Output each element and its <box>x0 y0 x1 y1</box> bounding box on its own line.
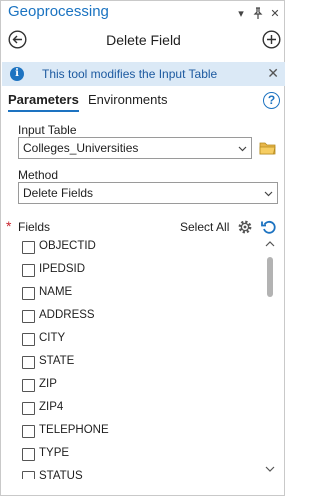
fields-label: Fields <box>18 220 51 234</box>
browse-folder-icon[interactable] <box>259 141 277 155</box>
input-table-label: Input Table <box>18 123 77 137</box>
info-icon: i <box>10 67 24 81</box>
close-icon[interactable]: ✕ <box>268 5 282 21</box>
options-chevron-icon[interactable]: ▾ <box>234 5 248 21</box>
method-value: Delete Fields <box>23 186 94 200</box>
fields-scrollbar[interactable] <box>264 237 276 479</box>
scroll-up-icon[interactable] <box>265 240 275 248</box>
tab-environments[interactable]: Environments <box>88 92 167 107</box>
field-checkbox[interactable] <box>22 333 35 346</box>
field-checkbox[interactable] <box>22 402 35 415</box>
gear-icon[interactable] <box>236 218 254 236</box>
required-marker: * <box>6 218 12 234</box>
chevron-down-icon <box>238 146 247 152</box>
tab-strip: Parameters Environments ? <box>2 89 285 113</box>
field-list-item[interactable]: TYPE <box>18 444 258 466</box>
field-name: NAME <box>39 286 73 298</box>
field-list-item[interactable]: STATUS <box>18 467 258 479</box>
method-label: Method <box>18 168 59 182</box>
field-checkbox[interactable] <box>22 471 35 479</box>
add-icon[interactable] <box>262 30 281 49</box>
input-table-combo[interactable]: Colleges_Universities <box>18 137 252 159</box>
field-list-item[interactable]: ADDRESS <box>18 306 258 328</box>
field-name: STATE <box>39 355 75 367</box>
banner-close-icon[interactable]: ✕ <box>267 65 279 82</box>
field-checkbox[interactable] <box>22 241 35 254</box>
field-list-item[interactable]: NAME <box>18 283 258 305</box>
pane-titlebar: Geoprocessing ▾ ✕ <box>2 2 285 24</box>
field-name: STATUS <box>39 470 83 479</box>
select-all-button[interactable]: Select All <box>180 220 229 234</box>
chevron-down-icon <box>264 191 273 197</box>
field-checkbox[interactable] <box>22 264 35 277</box>
tool-title: Delete Field <box>106 32 181 48</box>
banner-message: This tool modifies the Input Table <box>42 67 218 81</box>
field-name: TYPE <box>39 447 70 459</box>
field-list-item[interactable]: ZIP <box>18 375 258 397</box>
field-list-item[interactable]: TELEPHONE <box>18 421 258 443</box>
field-list-item[interactable]: ZIP4 <box>18 398 258 420</box>
field-name: IPEDSID <box>39 263 86 275</box>
fields-checklist: OBJECTID IPEDSID NAME ADDRESS CITY STATE ZIP ZI… <box>18 237 278 479</box>
field-name: TELEPHONE <box>39 424 109 436</box>
method-combo[interactable]: Delete Fields <box>18 182 278 204</box>
refresh-icon[interactable] <box>260 218 278 236</box>
field-checkbox[interactable] <box>22 356 35 369</box>
field-checkbox[interactable] <box>22 310 35 323</box>
tool-header: Delete Field <box>2 25 285 57</box>
scroll-thumb[interactable] <box>267 257 273 297</box>
field-list-item[interactable]: CITY <box>18 329 258 351</box>
field-checkbox[interactable] <box>22 287 35 300</box>
field-name: OBJECTID <box>39 240 96 252</box>
field-name: ADDRESS <box>39 309 95 321</box>
pane-title: Geoprocessing <box>8 3 109 20</box>
field-name: ZIP4 <box>39 401 64 413</box>
help-icon[interactable]: ? <box>263 92 280 109</box>
field-name: CITY <box>39 332 66 344</box>
field-list-item[interactable]: OBJECTID <box>18 237 258 259</box>
input-table-value: Colleges_Universities <box>23 141 139 155</box>
field-checkbox[interactable] <box>22 425 35 438</box>
field-list-item[interactable]: IPEDSID <box>18 260 258 282</box>
pin-icon[interactable] <box>251 5 265 21</box>
field-name: ZIP <box>39 378 57 390</box>
scroll-down-icon[interactable] <box>265 465 275 473</box>
field-checkbox[interactable] <box>22 379 35 392</box>
tab-parameters[interactable]: Parameters <box>8 92 79 112</box>
info-banner: i This tool modifies the Input Table ✕ <box>2 62 285 86</box>
field-checkbox[interactable] <box>22 448 35 461</box>
geoprocessing-pane: Geoprocessing ▾ ✕ Delete Field i This to… <box>0 0 285 496</box>
field-list-item[interactable]: STATE <box>18 352 258 374</box>
